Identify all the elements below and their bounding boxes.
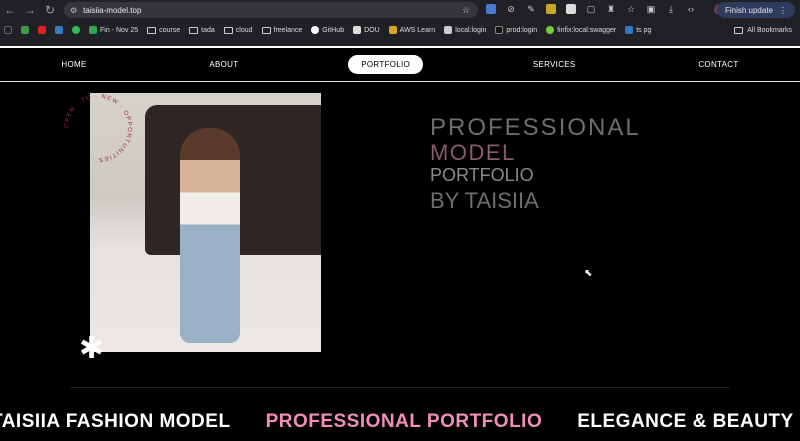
more-icon: ⋮ <box>779 5 787 15</box>
nav-services[interactable]: SERVICES <box>520 55 589 74</box>
star-icon[interactable]: ☆ <box>626 4 636 14</box>
typescript-icon <box>625 26 634 34</box>
bookmark-label: prod:login <box>506 26 538 34</box>
code-icon[interactable]: ‹› <box>686 4 696 14</box>
hero-line-4: BY TAISIIA <box>430 188 539 213</box>
bookmark-folder[interactable]: cloud <box>223 26 253 34</box>
open-to-opportunities-badge: OPEN · TO · NEW · OPPORTUNITIES · <box>64 94 132 162</box>
compass-icon[interactable]: ⊘ <box>506 4 516 14</box>
extensions: ⊘ ✎ ▢ ♜ ☆ ▣ ⤓ ‹› <box>486 4 696 14</box>
nav-about[interactable]: ABOUT <box>196 55 251 74</box>
bookmark[interactable]: ts pg <box>625 26 651 34</box>
bookmark-icon[interactable] <box>72 26 80 34</box>
reload-icon[interactable]: ↻ <box>40 3 60 17</box>
dou-icon <box>353 26 362 34</box>
bookmark[interactable]: Fin - Nov 25 <box>89 26 138 34</box>
model-figure <box>180 128 240 343</box>
nav-contact[interactable]: CONTACT <box>685 55 751 74</box>
all-bookmarks-label: All Bookmarks <box>747 26 792 34</box>
eyedropper-icon[interactable]: ✎ <box>526 4 536 14</box>
address-bar[interactable]: ⚙ taisiia-model.top ☆ <box>64 2 478 18</box>
puzzle-icon[interactable]: ▢ <box>586 4 596 14</box>
folder-icon <box>734 26 744 34</box>
github-icon <box>311 26 320 34</box>
finish-update-button[interactable]: Finish update ⋮ <box>716 2 795 18</box>
bookmark-icon[interactable] <box>4 26 12 34</box>
divider <box>70 387 730 388</box>
divider <box>0 81 800 82</box>
bookmark-folder[interactable]: freelance <box>261 26 303 34</box>
download-icon[interactable]: ⤓ <box>666 4 676 14</box>
maps-icon[interactable] <box>21 26 29 34</box>
mouse-cursor-icon: ⬉ <box>584 268 593 279</box>
sidepanel-icon[interactable]: ▣ <box>646 4 656 14</box>
forward-icon[interactable]: → <box>20 3 40 17</box>
bookmark-label: Fin - Nov 25 <box>100 26 139 34</box>
bookmark-label: AWS Learn <box>399 26 436 34</box>
bookmark[interactable]: DOU <box>353 26 380 34</box>
back-icon[interactable]: ← <box>0 3 20 17</box>
bookmark[interactable]: prod:login <box>495 26 537 34</box>
swagger-icon <box>546 26 555 34</box>
bookmark-star-icon[interactable]: ☆ <box>462 5 470 16</box>
hero-title: PROFESSIONAL MODEL PORTFOLIO BY TAISIIA <box>430 116 641 212</box>
marquee: TAISIIA FASHION MODEL PROFESSIONAL PORTF… <box>0 411 800 433</box>
folder-icon <box>261 26 271 34</box>
aws-icon <box>388 26 397 34</box>
hero-line-1: PROFESSIONAL <box>430 114 641 141</box>
folder-icon <box>147 26 157 34</box>
bookmark-label: tada <box>201 26 215 34</box>
marquee-item: TAISIIA FASHION MODEL <box>0 411 231 432</box>
sheet-icon <box>89 26 97 34</box>
bookmark-label: finfix:local:swagger <box>557 26 617 34</box>
extension-icon[interactable] <box>566 4 576 14</box>
translate-icon[interactable] <box>486 4 496 14</box>
extension-icon[interactable] <box>546 4 556 14</box>
finish-update-label: Finish update <box>724 5 773 15</box>
bookmark-label: freelance <box>273 26 303 34</box>
youtube-icon[interactable] <box>38 26 46 34</box>
svg-text:OPEN · TO · NEW · OPPORTUNITIE: OPEN · TO · NEW · OPPORTUNITIES · <box>64 94 132 162</box>
bookmark-label: course <box>159 26 181 34</box>
bookmark[interactable]: finfix:local:swagger <box>546 26 616 34</box>
bookmark-label: local:login <box>455 26 487 34</box>
hero-line-2: MODEL <box>430 140 516 165</box>
hero-line-3: PORTFOLIO <box>430 165 534 185</box>
bookmark-folder[interactable]: tada <box>189 26 215 34</box>
browser-chrome: ← → ↻ ⚙ taisiia-model.top ☆ ⊘ ✎ ▢ ♜ ☆ ▣ … <box>0 0 800 46</box>
nav-home[interactable]: HOME <box>48 55 99 74</box>
bookmarks-bar: Fin - Nov 25 course tada cloud freelance… <box>4 22 796 38</box>
terminal-icon <box>495 26 504 34</box>
bookmark-folder[interactable]: course <box>147 26 181 34</box>
bookmark-label: ts pg <box>636 26 652 34</box>
badge-text: OPEN · TO · NEW · OPPORTUNITIES · <box>64 94 131 162</box>
extension-icon[interactable]: ♜ <box>606 4 616 14</box>
site-settings-icon[interactable]: ⚙ <box>70 6 77 15</box>
bookmark-label: GitHub <box>322 26 345 34</box>
all-bookmarks[interactable]: All Bookmarks <box>734 22 792 38</box>
bookmark[interactable]: local:login <box>444 26 486 34</box>
site-nav: HOME ABOUT PORTFOLIO SERVICES CONTACT <box>0 48 800 81</box>
url-text: taisiia-model.top <box>83 5 142 15</box>
folder-icon <box>189 26 199 34</box>
marquee-item: ELEGANCE & BEAUTY <box>577 411 794 432</box>
bookmark-icon <box>444 26 453 34</box>
bookmark-label: DOU <box>364 26 380 34</box>
bookmark-label: cloud <box>235 26 253 34</box>
bookmark[interactable]: GitHub <box>311 26 344 34</box>
folder-icon <box>223 26 233 34</box>
bookmark[interactable]: AWS Learn <box>388 26 436 34</box>
asterisk-icon: ✱ <box>79 332 105 365</box>
nav-portfolio[interactable]: PORTFOLIO <box>348 55 424 74</box>
marquee-item: PROFESSIONAL PORTFOLIO <box>265 411 543 432</box>
bookmark-icon[interactable] <box>55 26 63 34</box>
